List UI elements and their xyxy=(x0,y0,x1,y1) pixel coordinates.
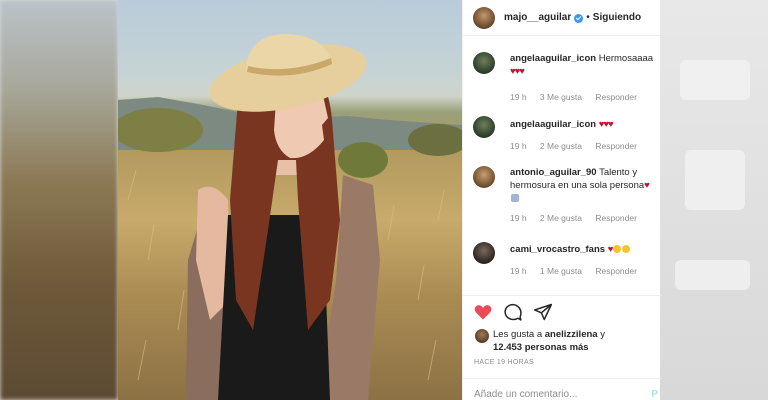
commenter-avatar[interactable] xyxy=(473,52,495,74)
comment-likes[interactable]: 2 Me gusta xyxy=(540,141,582,151)
post-header: majo__aguilar • Siguiendo xyxy=(463,0,660,36)
action-bar xyxy=(473,302,553,322)
commenter-username[interactable]: antonio_aguilar_90 xyxy=(510,167,597,178)
heart-emoji: ♥♥♥ xyxy=(510,66,525,77)
commenter-avatar[interactable] xyxy=(473,166,495,188)
emoji-icon xyxy=(511,194,519,202)
likes-count[interactable]: 12.453 personas más xyxy=(493,342,589,353)
commenter-username[interactable]: angelaaguilar_icon xyxy=(510,119,596,130)
post-photo[interactable] xyxy=(118,0,462,400)
comment-text: Hermosaaaa xyxy=(598,53,654,64)
liker-avatar[interactable] xyxy=(475,329,489,343)
reply-button[interactable]: Responder xyxy=(595,213,637,223)
divider xyxy=(463,378,661,379)
commenter-avatar[interactable] xyxy=(473,242,495,264)
verified-icon xyxy=(574,14,584,23)
following-button[interactable]: Siguiendo xyxy=(593,12,641,23)
reply-button[interactable]: Responder xyxy=(595,266,637,276)
comment-item: cami_vrocastro_fans ♥ 19 h 1 Me gusta Re… xyxy=(473,242,659,276)
heart-emoji: ♥ xyxy=(644,180,650,191)
comment-item: angelaaguilar_icon ♥♥♥ 19 h 2 Me gusta R… xyxy=(473,116,659,151)
likes-connector: y xyxy=(600,329,605,340)
commenter-avatar[interactable] xyxy=(473,116,495,138)
comments-panel: majo__aguilar • Siguiendo angelaaguilar_… xyxy=(462,0,661,400)
comment-time[interactable]: 19 h xyxy=(510,213,527,223)
comment-time[interactable]: 19 h xyxy=(510,92,527,102)
heart-icon[interactable] xyxy=(473,302,493,322)
likes-summary: Les gusta a anelizzilena y 12.453 person… xyxy=(475,328,655,354)
comment-time[interactable]: 19 h xyxy=(510,141,527,151)
commenter-username[interactable]: angelaaguilar_icon xyxy=(510,53,596,64)
smiling-emoji-icon xyxy=(622,245,631,253)
smiling-emoji-icon xyxy=(613,245,622,253)
liker-username[interactable]: anelizzilena xyxy=(545,329,598,340)
reply-button[interactable]: Responder xyxy=(595,141,637,151)
post-timestamp[interactable]: HACE 19 HORAS xyxy=(474,359,534,366)
reply-button[interactable]: Responder xyxy=(595,92,637,102)
comment-item: antonio_aguilar_90 Talento y hermosura e… xyxy=(473,166,659,223)
commenter-username[interactable]: cami_vrocastro_fans xyxy=(510,244,605,255)
author-username[interactable]: majo__aguilar xyxy=(504,12,571,23)
comment-likes[interactable]: 1 Me gusta xyxy=(540,266,582,276)
separator-dot: • xyxy=(586,12,590,23)
comment-input[interactable]: Añade un comentario... xyxy=(474,389,577,400)
heart-emoji: ♥♥♥ xyxy=(598,119,614,130)
share-icon[interactable] xyxy=(533,302,553,322)
publish-button[interactable]: P xyxy=(651,389,658,400)
blurred-background-left xyxy=(0,0,118,400)
comment-icon[interactable] xyxy=(503,302,523,322)
likes-prefix: Les gusta a xyxy=(493,329,543,340)
heart-emoji: ♥ xyxy=(607,244,614,255)
comment-likes[interactable]: 2 Me gusta xyxy=(540,213,582,223)
comment-likes[interactable]: 3 Me gusta xyxy=(540,92,582,102)
comment-time[interactable]: 19 h xyxy=(510,266,527,276)
author-avatar[interactable] xyxy=(473,6,495,29)
divider xyxy=(463,295,661,296)
comment-item: angelaaguilar_icon Hermosaaaa ♥♥♥ 19 h 3 … xyxy=(473,52,659,102)
blurred-background-right xyxy=(660,0,768,400)
